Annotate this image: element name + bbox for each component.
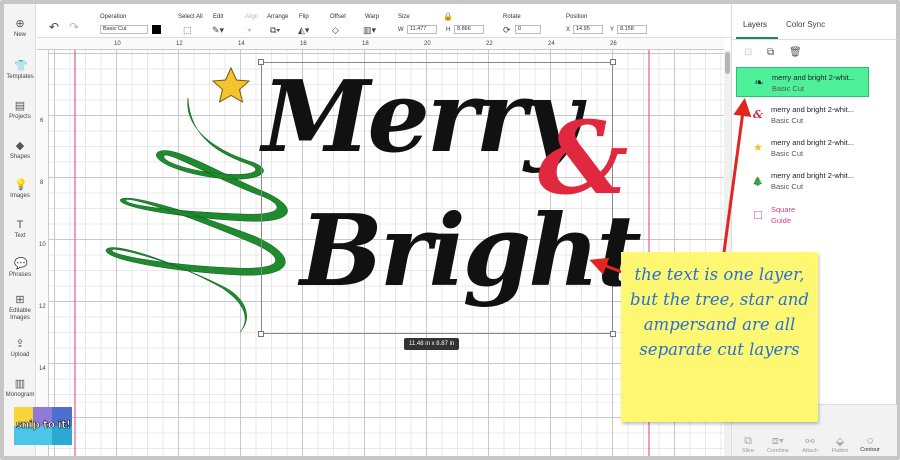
watermark-text: snip to it! <box>16 419 71 432</box>
sticky-note-text: the text is one layer, but the tree, sta… <box>630 265 809 359</box>
snip-to-it-logo: snip to it! <box>14 407 72 445</box>
arrow-to-layer <box>722 98 752 253</box>
sticky-note: the text is one layer, but the tree, sta… <box>621 252 818 422</box>
arrow-to-text <box>589 257 623 275</box>
